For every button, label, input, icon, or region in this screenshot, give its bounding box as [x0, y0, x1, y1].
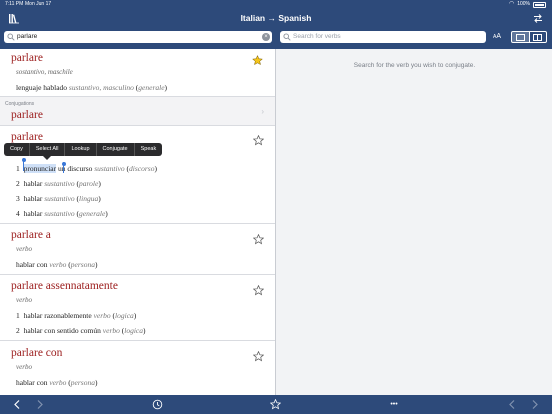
- selection-start-handle[interactable]: [21, 158, 26, 171]
- menu-item-copy[interactable]: Copy: [4, 143, 30, 156]
- context-menu-arrow: [43, 156, 51, 160]
- verb-search-input[interactable]: Search for verbs: [280, 31, 486, 43]
- forward-icon-right[interactable]: [529, 399, 540, 410]
- favorites-star-icon[interactable]: [270, 399, 281, 410]
- status-time: 7:11 PM: [5, 1, 24, 7]
- entry-pos: verbo: [16, 296, 32, 304]
- conjugations-label: Conjugations: [5, 101, 35, 107]
- entry-sense: hablar con verbo (persona): [16, 260, 98, 269]
- list-item[interactable]: parlare assennatamente verbo 1 hablar ra…: [0, 275, 275, 341]
- swap-languages-icon[interactable]: [532, 13, 544, 24]
- entry-sense-1: 1 hablar razonablemente verbo (logica): [16, 311, 137, 320]
- battery-percent: 100%: [517, 1, 530, 7]
- verb-search-placeholder: Search for verbs: [293, 33, 341, 40]
- dictionary-search-input[interactable]: parlare ×: [4, 31, 272, 43]
- results-pane: parlare sostantivo, maschile lenguaje ha…: [0, 49, 276, 395]
- favorite-star-icon[interactable]: [253, 285, 264, 296]
- font-size-button[interactable]: AA: [493, 33, 501, 40]
- list-item[interactable]: parlare sostantivo, maschile lenguaje ha…: [0, 49, 275, 97]
- top-bar: 7:11 PM Mon Jun 17 ◠ 100% Italian → Span…: [0, 0, 552, 49]
- status-bar: 7:11 PM Mon Jun 17 ◠ 100%: [0, 0, 552, 9]
- menu-item-select-all[interactable]: Select All: [30, 143, 66, 156]
- empty-state-message: Search for the verb you wish to conjugat…: [353, 62, 476, 69]
- status-right: ◠ 100%: [509, 0, 546, 9]
- entry-sense-1: 1 pronunciar un discurso sustantivo (dis…: [16, 164, 157, 173]
- search-icon: [283, 33, 291, 41]
- entry-sense-4: 4 hablar sustantivo (generale): [16, 209, 108, 218]
- entry-sense-2: 2 hablar con sentido común verbo (logica…: [16, 326, 146, 335]
- entry-sense: lenguaje hablado sustantivo, masculino (…: [16, 83, 168, 92]
- single-pane-view-button[interactable]: [512, 32, 530, 42]
- forward-icon[interactable]: [34, 399, 45, 410]
- bottom-toolbar: •••: [0, 395, 552, 414]
- history-icon[interactable]: [152, 399, 163, 410]
- search-icon: [7, 33, 15, 41]
- favorite-star-icon[interactable]: [253, 234, 264, 245]
- entry-pos: verbo: [16, 245, 32, 253]
- entry-headword: parlare: [11, 52, 43, 64]
- search-value: parlare: [17, 33, 38, 40]
- back-icon-right[interactable]: [507, 399, 518, 410]
- page-title: Italian → Spanish: [240, 13, 312, 23]
- menu-item-speak[interactable]: Speak: [135, 143, 163, 156]
- menu-item-lookup[interactable]: Lookup: [65, 143, 97, 156]
- chevron-right-icon: ›: [261, 107, 264, 116]
- single-pane-icon: [515, 33, 525, 41]
- conjugations-verb: parlare: [11, 109, 43, 121]
- entry-pos: sostantivo, maschile: [16, 68, 73, 76]
- conjugation-pane: Search for the verb you wish to conjugat…: [277, 49, 552, 395]
- more-icon[interactable]: •••: [384, 399, 404, 410]
- conjugations-row[interactable]: Conjugations parlare ›: [0, 97, 275, 126]
- entry-pos: verbo: [16, 363, 32, 371]
- battery-icon: [533, 1, 546, 8]
- favorite-star-icon[interactable]: [253, 351, 264, 362]
- text-context-menu: Copy Select All Lookup Conjugate Speak: [4, 143, 163, 156]
- entry-headword: parlare assennatamente: [11, 280, 118, 292]
- selection-end-handle[interactable]: [61, 162, 66, 173]
- favorite-star-icon[interactable]: [253, 135, 264, 146]
- entry-sense-3: 3 hablar sustantivo (lingua): [16, 194, 101, 203]
- menu-item-conjugate[interactable]: Conjugate: [97, 143, 135, 156]
- entry-sense-2: 2 hablar sustantivo (parole): [16, 179, 101, 188]
- entry-headword: parlare con: [11, 347, 63, 359]
- list-item[interactable]: parlare con verbo hablar con verbo (pers…: [0, 341, 275, 395]
- list-item[interactable]: parlare a verbo hablar con verbo (person…: [0, 224, 275, 275]
- layout-toggle[interactable]: [511, 31, 547, 43]
- split-pane-icon: [533, 33, 543, 41]
- back-icon[interactable]: [12, 399, 23, 410]
- wifi-icon: ◠: [508, 1, 515, 7]
- app-screen: 7:11 PM Mon Jun 17 ◠ 100% Italian → Span…: [0, 0, 552, 414]
- selected-text[interactable]: pronunciar: [23, 164, 57, 173]
- list-item[interactable]: parlare 1 pronunciar un discurso sustant…: [0, 127, 275, 224]
- clear-search-button[interactable]: ×: [262, 33, 270, 41]
- favorite-star-icon[interactable]: [252, 55, 263, 66]
- status-date: Mon Jun 17: [25, 1, 52, 7]
- entry-sense: hablar con verbo (persona): [16, 378, 98, 387]
- split-pane-view-button[interactable]: [530, 32, 547, 42]
- entry-headword: parlare a: [11, 229, 51, 241]
- entry-headword: parlare: [11, 131, 43, 143]
